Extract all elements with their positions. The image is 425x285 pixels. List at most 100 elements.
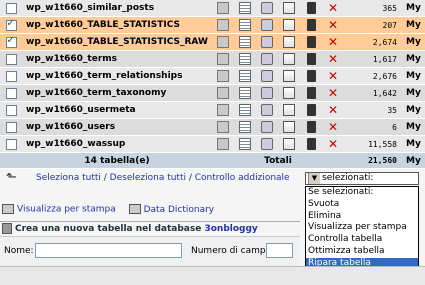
table-row[interactable]: wp_w1t660_TABLE_STATISTICS_RAW ✕ 2,674My	[0, 33, 425, 51]
insert-icon[interactable]	[283, 53, 295, 65]
search-icon[interactable]	[261, 104, 273, 116]
empty-icon[interactable]	[306, 104, 316, 116]
table-name-link[interactable]: wp_w1t660_usermeta	[22, 101, 212, 119]
drop-icon[interactable]: ✕	[327, 19, 339, 31]
table-row[interactable]: wp_w1t660_wassup ✕ 11,558 My	[0, 135, 425, 153]
structure-icon[interactable]	[239, 138, 251, 150]
search-icon[interactable]	[261, 53, 273, 65]
columns-count-input[interactable]	[266, 243, 293, 258]
empty-icon[interactable]	[306, 87, 316, 99]
search-icon[interactable]	[261, 70, 273, 82]
search-icon[interactable]	[261, 121, 273, 133]
structure-icon[interactable]	[239, 2, 251, 14]
tables-list: wp_w1t660_similar_posts✕365Mywp_w1t660_T…	[0, 0, 425, 169]
browse-icon[interactable]	[217, 53, 229, 65]
table-row[interactable]: wp_w1t660_term_relationships ✕ 2,676 My	[0, 67, 425, 85]
insert-icon[interactable]	[283, 121, 295, 133]
drop-icon[interactable]: ✕	[327, 36, 339, 48]
insert-icon[interactable]	[283, 104, 295, 116]
drop-icon[interactable]: ✕	[327, 104, 339, 116]
totals-label: Totali	[212, 152, 344, 169]
empty-icon[interactable]	[306, 138, 316, 150]
structure-icon[interactable]	[239, 36, 251, 48]
table-row[interactable]: wp_w1t660_TABLE_STATISTICS ✕ 207My	[0, 16, 425, 34]
drop-icon[interactable]: ✕	[327, 87, 339, 99]
table-type: My	[403, 84, 425, 102]
chevron-down-icon[interactable]: ▼	[308, 173, 320, 184]
structure-icon[interactable]	[239, 53, 251, 65]
insert-icon[interactable]	[283, 2, 295, 14]
table-name-link[interactable]: wp_w1t660_TABLE_STATISTICS	[22, 16, 212, 34]
table-row[interactable]: wp_w1t660_similar_posts ✕ 365 My	[0, 0, 425, 17]
empty-icon[interactable]	[306, 53, 316, 65]
search-icon[interactable]	[261, 19, 273, 31]
browse-icon[interactable]	[217, 36, 229, 48]
data-dictionary-link[interactable]: Data Dictionary	[144, 205, 215, 215]
table-row[interactable]: wp_w1t660_terms ✕ 1,617 My	[0, 50, 425, 68]
table-row[interactable]: wp_w1t660_usermeta ✕ 35 My	[0, 101, 425, 119]
drop-icon[interactable]: ✕	[327, 121, 339, 133]
row-checkbox[interactable]	[5, 2, 17, 14]
browse-icon[interactable]	[217, 70, 229, 82]
table-row[interactable]: wp_w1t660_term_taxonomy ✕ 1,642 My	[0, 84, 425, 102]
table-name-link[interactable]: wp_w1t660_term_taxonomy	[22, 84, 212, 102]
dropdown-option[interactable]: Elimina	[306, 211, 418, 223]
structure-icon[interactable]	[239, 121, 251, 133]
browse-icon[interactable]	[217, 2, 229, 14]
browse-icon[interactable]	[217, 121, 229, 133]
browse-icon[interactable]	[217, 87, 229, 99]
insert-icon[interactable]	[283, 87, 295, 99]
table-name-link[interactable]: wp_w1t660_terms	[22, 50, 212, 68]
empty-icon[interactable]	[306, 121, 316, 133]
insert-icon[interactable]	[283, 19, 295, 31]
table-name-link[interactable]: wp_w1t660_users	[22, 118, 212, 136]
insert-icon[interactable]	[283, 70, 295, 82]
structure-icon[interactable]	[239, 104, 251, 116]
table-name-link[interactable]: wp_w1t660_term_relationships	[22, 67, 212, 85]
table-name-input[interactable]	[35, 243, 182, 258]
row-checkbox[interactable]	[5, 53, 17, 65]
structure-icon[interactable]	[239, 70, 251, 82]
insert-icon[interactable]	[283, 138, 295, 150]
browse-icon[interactable]	[217, 138, 229, 150]
structure-icon[interactable]	[239, 19, 251, 31]
row-checkbox[interactable]	[5, 70, 17, 82]
empty-icon[interactable]	[306, 70, 316, 82]
dropdown-option[interactable]: Controlla tabella	[306, 234, 418, 246]
separator: /	[186, 173, 195, 183]
empty-icon[interactable]	[306, 2, 316, 14]
print-view-link[interactable]: Visualizza per stampa	[17, 205, 116, 215]
drop-icon[interactable]: ✕	[327, 70, 339, 82]
row-checkbox[interactable]	[5, 87, 17, 99]
check-overhead-link[interactable]: Controllo addizionale	[195, 173, 290, 183]
search-icon[interactable]	[261, 87, 273, 99]
row-checkbox[interactable]	[5, 104, 17, 116]
structure-icon[interactable]	[239, 87, 251, 99]
search-icon[interactable]	[261, 36, 273, 48]
empty-icon[interactable]	[306, 36, 316, 48]
search-icon[interactable]	[261, 138, 273, 150]
drop-icon[interactable]: ✕	[327, 2, 339, 14]
empty-icon[interactable]	[306, 19, 316, 31]
table-name-link[interactable]: wp_w1t660_wassup	[22, 135, 212, 153]
browse-icon[interactable]	[217, 104, 229, 116]
dropdown-option[interactable]: Visualizza per stampa	[306, 222, 418, 234]
search-icon[interactable]	[261, 2, 273, 14]
browse-icon[interactable]	[217, 19, 229, 31]
table-name-link[interactable]: wp_w1t660_TABLE_STATISTICS_RAW	[22, 33, 212, 51]
table-row[interactable]: wp_w1t660_users ✕ 6 My	[0, 118, 425, 136]
row-checkbox[interactable]	[5, 35, 17, 48]
table-name-link[interactable]: wp_w1t660_similar_posts	[22, 0, 212, 17]
insert-icon[interactable]	[283, 36, 295, 48]
drop-icon[interactable]: ✕	[327, 138, 339, 150]
drop-icon[interactable]: ✕	[327, 53, 339, 65]
dropdown-option[interactable]: Se selezionati:	[306, 187, 418, 199]
row-checkbox[interactable]	[5, 18, 17, 31]
select-all-link[interactable]: Seleziona tutti	[36, 173, 101, 183]
row-checkbox[interactable]	[5, 121, 17, 133]
dropdown-option[interactable]: Svuota	[306, 199, 418, 211]
with-selected-select[interactable]: Se selezionati: ▼	[305, 172, 419, 185]
dropdown-option[interactable]: Ottimizza tabella	[306, 246, 418, 258]
deselect-all-link[interactable]: Deseleziona tutti	[110, 173, 186, 183]
row-checkbox[interactable]	[5, 138, 17, 150]
